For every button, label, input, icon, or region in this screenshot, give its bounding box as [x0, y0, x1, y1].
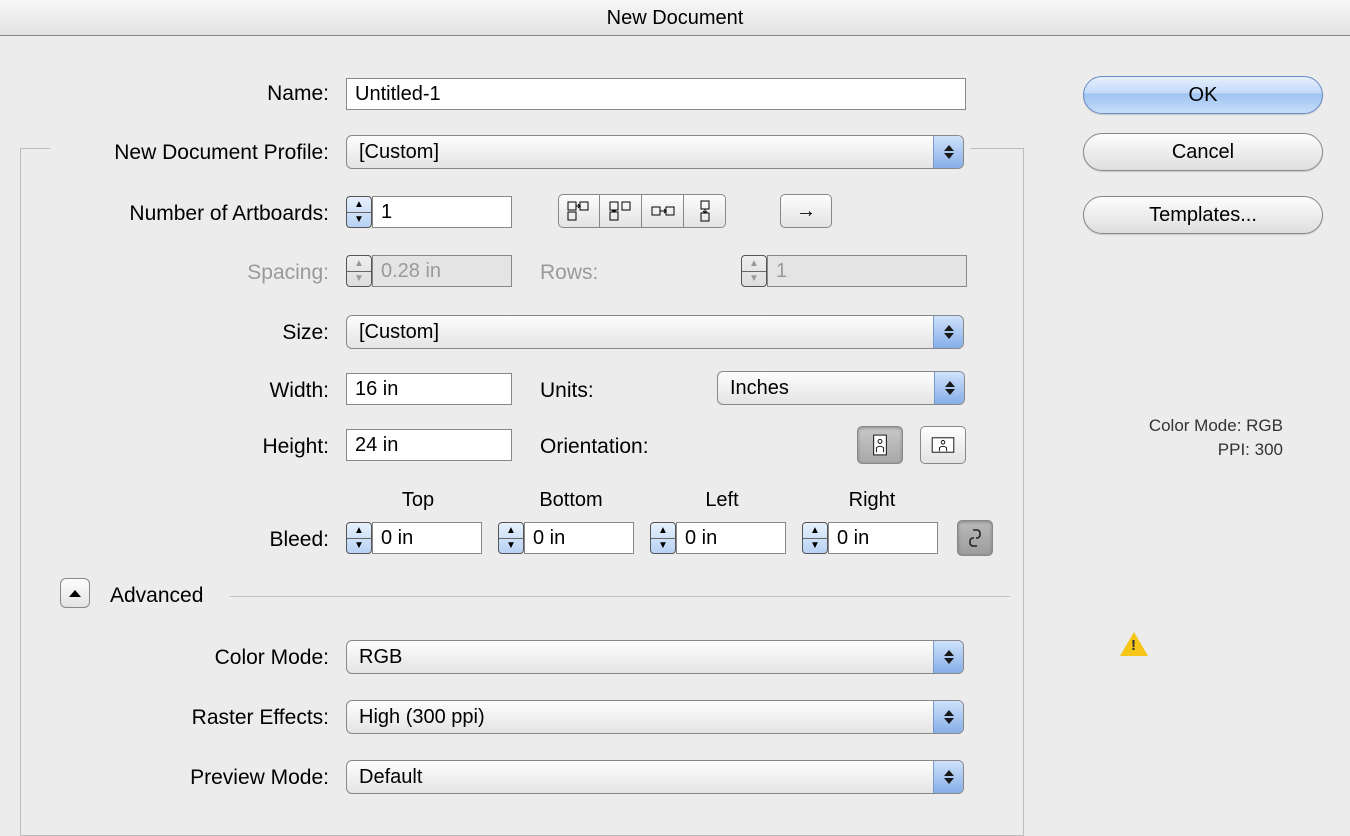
rows-field: 1 — [767, 255, 967, 287]
label-size: Size: — [0, 321, 329, 345]
artboards-field[interactable] — [372, 196, 512, 228]
link-bleed-button[interactable] — [957, 520, 993, 556]
label-width: Width: — [0, 379, 329, 403]
label-spacing: Spacing: — [0, 261, 329, 285]
raster-effects-dropdown[interactable]: High (300 ppi) — [346, 700, 964, 734]
templates-button[interactable]: Templates... — [1083, 196, 1323, 234]
spacing-field: 0.28 in — [372, 255, 512, 287]
label-rows: Rows: — [540, 261, 660, 285]
portrait-icon — [871, 434, 889, 456]
arrow-right-icon: → — [796, 200, 816, 223]
label-advanced: Advanced — [110, 584, 203, 608]
rows-stepper: ▲▼ — [741, 255, 767, 287]
label-bottom: Bottom — [506, 489, 636, 512]
side-info-ppi: PPI: 300 — [1083, 438, 1283, 462]
preview-mode-dropdown[interactable]: Default — [346, 760, 964, 794]
width-field[interactable] — [346, 373, 512, 405]
bleed-right-stepper[interactable]: ▲▼ — [802, 522, 828, 554]
bleed-bottom-stepper[interactable]: ▲▼ — [498, 522, 524, 554]
group-border — [970, 148, 1024, 149]
label-left: Left — [662, 489, 782, 512]
side-info: Color Mode: RGB PPI: 300 — [1083, 414, 1283, 462]
label-bleed: Bleed: — [0, 528, 329, 552]
arrange-row-icon — [650, 200, 676, 222]
profile-dropdown-label: [Custom] — [347, 136, 933, 168]
layout-direction-button[interactable]: → — [780, 194, 832, 228]
bleed-left-stepper[interactable]: ▲▼ — [650, 522, 676, 554]
size-dropdown-label: [Custom] — [347, 316, 933, 348]
grid-by-column-icon[interactable] — [600, 194, 642, 228]
bleed-top-field[interactable] — [372, 522, 482, 554]
chevron-updown-icon — [933, 641, 963, 673]
arrange-column-icon[interactable] — [684, 194, 726, 228]
color-mode-dropdown[interactable]: RGB — [346, 640, 964, 674]
ok-button[interactable]: OK — [1083, 76, 1323, 114]
preview-mode-dropdown-label: Default — [347, 761, 933, 793]
bleed-right-field[interactable] — [828, 522, 938, 554]
bleed-top-stepper[interactable]: ▲▼ — [346, 522, 372, 554]
triangle-up-icon — [69, 590, 81, 597]
units-dropdown[interactable]: Inches — [717, 371, 965, 405]
profile-dropdown[interactable]: [Custom] — [346, 135, 964, 169]
label-height: Height: — [0, 435, 329, 459]
name-field[interactable] — [346, 78, 966, 110]
grid-by-row-icon — [566, 200, 592, 222]
group-border — [20, 148, 50, 149]
height-field[interactable] — [346, 429, 512, 461]
chevron-updown-icon — [933, 761, 963, 793]
size-dropdown[interactable]: [Custom] — [346, 315, 964, 349]
orientation-landscape-button[interactable] — [920, 426, 966, 464]
artboards-stepper[interactable]: ▲▼ — [346, 196, 372, 228]
grid-by-row-icon[interactable] — [558, 194, 600, 228]
label-preview-mode: Preview Mode: — [0, 766, 329, 790]
bleed-bottom-field[interactable] — [524, 522, 634, 554]
chevron-updown-icon — [933, 701, 963, 733]
color-mode-dropdown-label: RGB — [347, 641, 933, 673]
label-orientation: Orientation: — [540, 435, 700, 459]
chevron-updown-icon — [933, 136, 963, 168]
label-color-mode: Color Mode: — [0, 646, 329, 670]
side-info-color-mode: Color Mode: RGB — [1083, 414, 1283, 438]
label-profile: New Document Profile: — [0, 141, 329, 165]
label-artboards: Number of Artboards: — [0, 202, 329, 226]
orientation-portrait-button[interactable] — [857, 426, 903, 464]
label-top: Top — [358, 489, 478, 512]
arrange-column-icon — [692, 200, 718, 222]
arrange-row-icon[interactable] — [642, 194, 684, 228]
advanced-rule — [230, 596, 1010, 597]
raster-effects-dropdown-label: High (300 ppi) — [347, 701, 933, 733]
cancel-button[interactable]: Cancel — [1083, 133, 1323, 171]
label-units: Units: — [540, 379, 660, 403]
label-name: Name: — [0, 82, 329, 106]
chevron-updown-icon — [933, 316, 963, 348]
dialog-title: New Document — [0, 0, 1350, 36]
chevron-updown-icon — [934, 372, 964, 404]
label-raster-effects: Raster Effects: — [0, 706, 329, 730]
landscape-icon — [931, 436, 955, 454]
warning-icon — [1120, 632, 1148, 656]
bleed-left-field[interactable] — [676, 522, 786, 554]
label-right: Right — [812, 489, 932, 512]
link-icon — [968, 528, 982, 548]
units-dropdown-label: Inches — [718, 372, 934, 404]
spacing-stepper: ▲▼ — [346, 255, 372, 287]
advanced-disclosure[interactable] — [60, 578, 90, 608]
grid-by-column-icon — [608, 200, 634, 222]
